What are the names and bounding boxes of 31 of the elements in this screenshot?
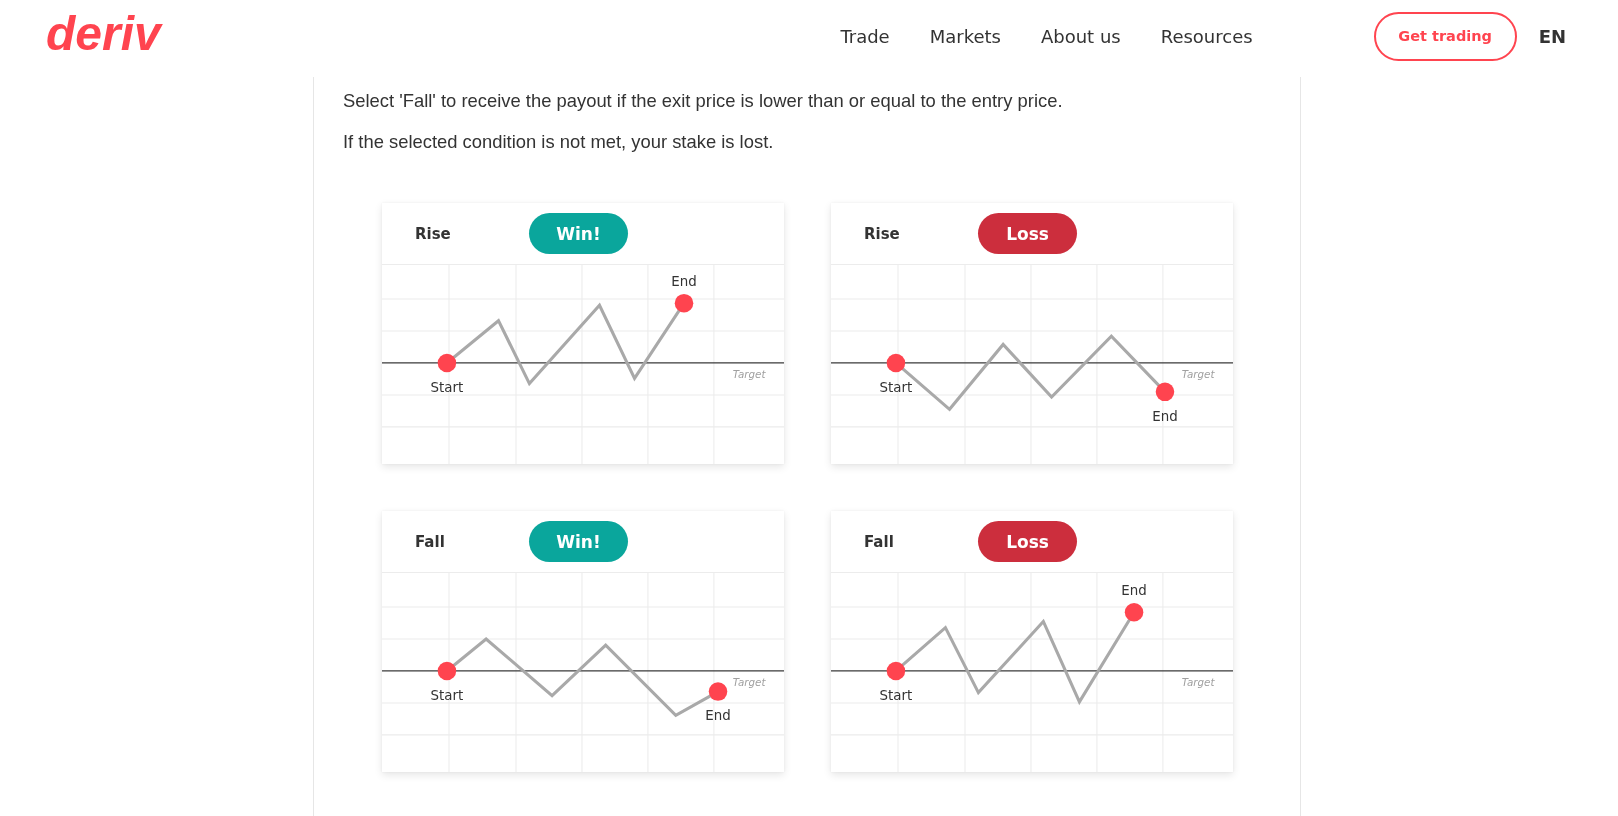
end-label: End xyxy=(1152,408,1178,424)
language-selector[interactable]: EN xyxy=(1538,25,1566,47)
contract-label: Fall xyxy=(415,532,446,551)
start-label: Start xyxy=(430,687,464,703)
start-label: Start xyxy=(430,379,464,395)
target-label: Target xyxy=(1181,676,1215,689)
contract-label: Fall xyxy=(864,532,895,551)
nav-link[interactable]: Trade xyxy=(840,25,890,47)
start-dot-icon xyxy=(886,661,906,681)
result-badge: Win! xyxy=(529,213,628,254)
target-label: Target xyxy=(1181,368,1215,381)
nav-link[interactable]: Markets xyxy=(929,25,1001,47)
description-text: Select 'Fall' to receive the payout if the exit price is lower than or equal to the entry price. xyxy=(343,89,1064,113)
target-label: Target xyxy=(732,368,766,381)
result-badge: Loss xyxy=(978,521,1077,562)
end-label: End xyxy=(705,708,731,724)
contract-label: Rise xyxy=(864,224,901,243)
end-label: End xyxy=(1121,582,1147,598)
start-label: Start xyxy=(879,687,913,703)
nav-link[interactable]: About us xyxy=(1040,25,1121,47)
target-label: Target xyxy=(732,676,766,689)
contract-label: Rise xyxy=(415,224,452,243)
nav-link[interactable]: Resources xyxy=(1160,25,1253,47)
end-label: End xyxy=(671,273,697,289)
start-dot-icon xyxy=(437,661,457,681)
description-text: If the selected condition is not met, your stake is lost. xyxy=(343,130,775,154)
result-badge: Win! xyxy=(529,521,628,562)
start-dot-icon xyxy=(437,353,457,373)
result-badge: Loss xyxy=(978,213,1077,254)
start-label: Start xyxy=(879,379,913,395)
start-dot-icon xyxy=(886,353,906,373)
